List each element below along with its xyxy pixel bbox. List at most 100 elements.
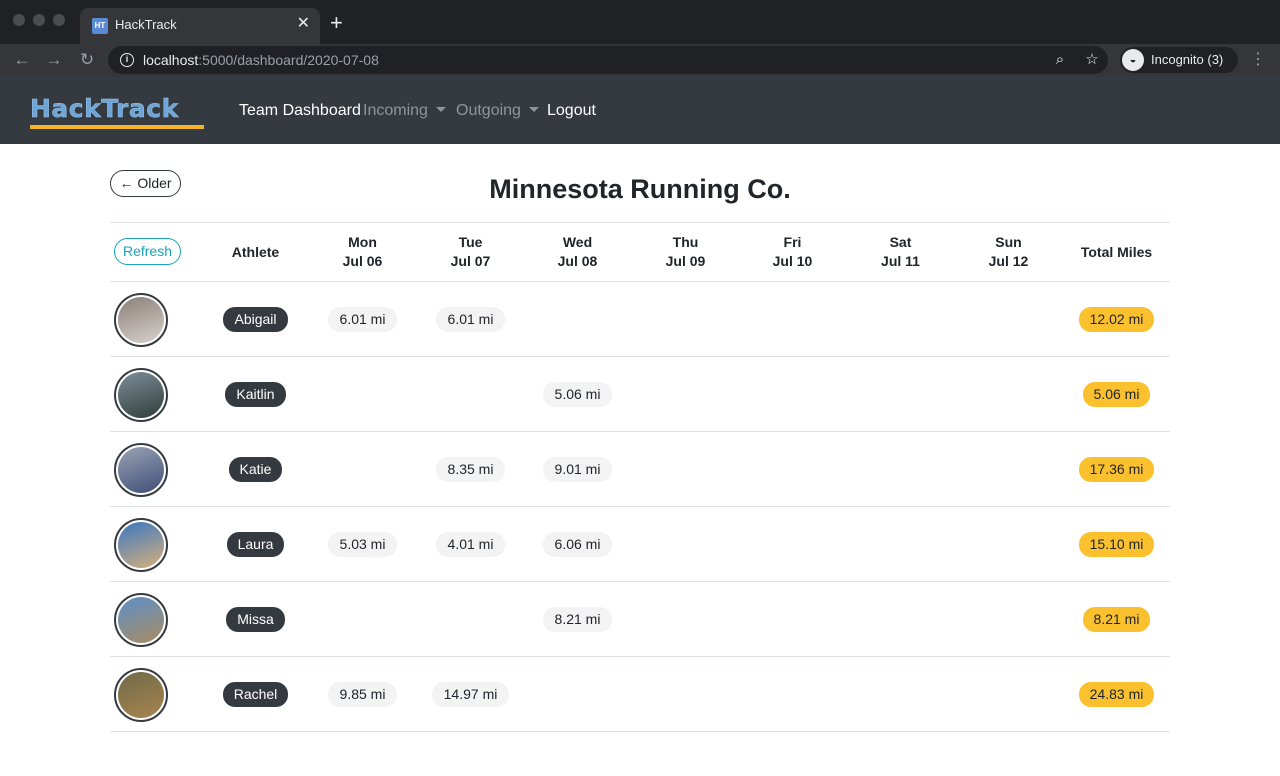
address-bar[interactable]: i localhost:5000/dashboard/2020-07-08 ⌕ … (108, 46, 1108, 74)
avatar (114, 293, 168, 347)
total-miles-badge: 24.83 mi (1078, 681, 1155, 707)
close-icon[interactable]: ✕ (297, 15, 310, 33)
info-icon[interactable]: i (120, 53, 134, 67)
mileage-badge[interactable]: 6.01 mi (327, 306, 398, 332)
window-maximize-dot[interactable] (53, 14, 65, 26)
header-date: Jul 12 (988, 253, 1029, 269)
avatar (114, 518, 168, 572)
athlete-cell: Missa (202, 582, 309, 656)
refresh-button[interactable]: Refresh (114, 238, 181, 265)
mileage-badge[interactable]: 9.01 mi (542, 456, 613, 482)
chevron-down-icon (528, 107, 539, 112)
avatar (114, 443, 168, 497)
incognito-icon: ◒ (1122, 49, 1144, 71)
athlete-cell: Kaitlin (202, 357, 309, 431)
header-day: Sun Jul 12 (955, 223, 1062, 281)
header-date: Jul 11 (881, 253, 920, 269)
back-icon[interactable]: ← (10, 48, 34, 72)
header-day: Mon Jul 06 (309, 223, 416, 281)
mileage-badge[interactable]: 6.01 mi (435, 306, 506, 332)
header-day: Tue Jul 07 (417, 223, 524, 281)
tab-title: HackTrack (115, 17, 177, 32)
avatar (114, 668, 168, 722)
avatar-photo (118, 672, 164, 718)
header-day: Wed Jul 08 (524, 223, 631, 281)
total-miles-badge: 5.06 mi (1082, 381, 1151, 407)
header-date: Jul 10 (772, 253, 813, 269)
nav-team-dashboard[interactable]: Team Dashboard (239, 101, 361, 121)
header-weekday: Fri (783, 234, 802, 250)
table-row: Abigail 6.01 mi 6.01 mi 12.02 mi (110, 282, 1170, 357)
header-weekday: Thu (672, 234, 699, 250)
day-cell: 6.06 mi (524, 507, 631, 581)
header-day: Fri Jul 10 (739, 223, 846, 281)
brand-logo[interactable]: HackTrack (30, 94, 204, 130)
menu-kebab-icon[interactable]: ⋮ (1250, 48, 1266, 72)
star-icon[interactable]: ☆ (1082, 50, 1102, 70)
header-total-miles: Total Miles (1080, 243, 1153, 260)
mileage-badge[interactable]: 9.85 mi (327, 681, 398, 707)
avatar-photo (118, 297, 164, 343)
day-cell: 5.06 mi (524, 357, 631, 431)
athlete-cell: Rachel (202, 657, 309, 731)
nav-outgoing[interactable]: Outgoing (456, 101, 539, 121)
athlete-cell: Katie (202, 432, 309, 506)
total-cell: 24.83 mi (1063, 657, 1170, 731)
mileage-table: Refresh Athlete Mon Jul 06 Tue Jul 07 Wed Jul… (110, 222, 1170, 732)
incognito-badge[interactable]: ◒ Incognito (3) (1120, 47, 1238, 73)
day-cell: 9.01 mi (524, 432, 631, 506)
athlete-name-badge[interactable]: Kaitlin (225, 381, 286, 407)
forward-icon[interactable]: → (42, 48, 66, 72)
browser-toolbar: ← → ↻ i localhost:5000/dashboard/2020-07… (0, 44, 1280, 76)
athlete-name-badge[interactable]: Katie (228, 456, 283, 482)
header-date: Jul 09 (665, 253, 706, 269)
day-cell: 4.01 mi (417, 507, 524, 581)
total-cell: 12.02 mi (1063, 282, 1170, 356)
chevron-down-icon (435, 107, 446, 112)
mileage-badge[interactable]: 8.35 mi (435, 456, 506, 482)
avatar-photo (118, 447, 164, 493)
athlete-name-badge[interactable]: Rachel (222, 681, 289, 707)
avatar-photo (118, 597, 164, 643)
day-cell: 14.97 mi (417, 657, 524, 731)
mileage-badge[interactable]: 6.06 mi (542, 531, 613, 557)
mileage-badge[interactable]: 14.97 mi (431, 681, 510, 707)
window-minimize-dot[interactable] (33, 14, 45, 26)
avatar (114, 593, 168, 647)
mileage-badge[interactable]: 5.06 mi (542, 381, 613, 407)
nav-logout[interactable]: Logout (547, 101, 596, 121)
header-weekday: Wed (562, 234, 593, 250)
brand-underline (30, 125, 204, 129)
page-title: Minnesota Running Co. (489, 174, 791, 204)
browser-tab-strip: HT HackTrack ✕ + (0, 0, 1280, 44)
nav-incoming[interactable]: Incoming (363, 101, 446, 121)
table-row: Katie 8.35 mi 9.01 mi 17.36 mi (110, 432, 1170, 507)
browser-tab[interactable]: HT HackTrack ✕ (80, 8, 320, 44)
header-date: Jul 08 (557, 253, 598, 269)
athlete-name-badge[interactable]: Missa (226, 606, 285, 632)
athlete-name-badge[interactable]: Laura (226, 531, 285, 557)
window-close-dot[interactable] (13, 14, 25, 26)
mileage-badge[interactable]: 8.21 mi (542, 606, 613, 632)
header-day: Sat Jul 11 (847, 223, 954, 281)
total-cell: 8.21 mi (1063, 582, 1170, 656)
avatar (114, 368, 168, 422)
day-cell: 5.03 mi (309, 507, 416, 581)
total-cell: 17.36 mi (1063, 432, 1170, 506)
brand-text: HackTrack (30, 94, 179, 123)
total-miles-badge: 15.10 mi (1078, 531, 1155, 557)
mileage-badge[interactable]: 5.03 mi (327, 531, 398, 557)
header-weekday: Sat (889, 234, 912, 250)
incognito-label: Incognito (3) (1151, 52, 1224, 67)
zoom-icon[interactable]: ⌕ (1050, 50, 1070, 70)
header-weekday: Sun (995, 234, 1022, 250)
athlete-name-badge[interactable]: Abigail (223, 306, 288, 332)
table-row: Missa 8.21 mi 8.21 mi (110, 582, 1170, 657)
new-tab-icon[interactable]: + (330, 12, 343, 34)
reload-icon[interactable]: ↻ (75, 48, 99, 72)
mileage-badge[interactable]: 4.01 mi (435, 531, 506, 557)
header-day: Thu Jul 09 (632, 223, 739, 281)
day-cell: 9.85 mi (309, 657, 416, 731)
url-text[interactable]: localhost:5000/dashboard/2020-07-08 (143, 52, 379, 68)
header-date: Jul 06 (342, 253, 383, 269)
